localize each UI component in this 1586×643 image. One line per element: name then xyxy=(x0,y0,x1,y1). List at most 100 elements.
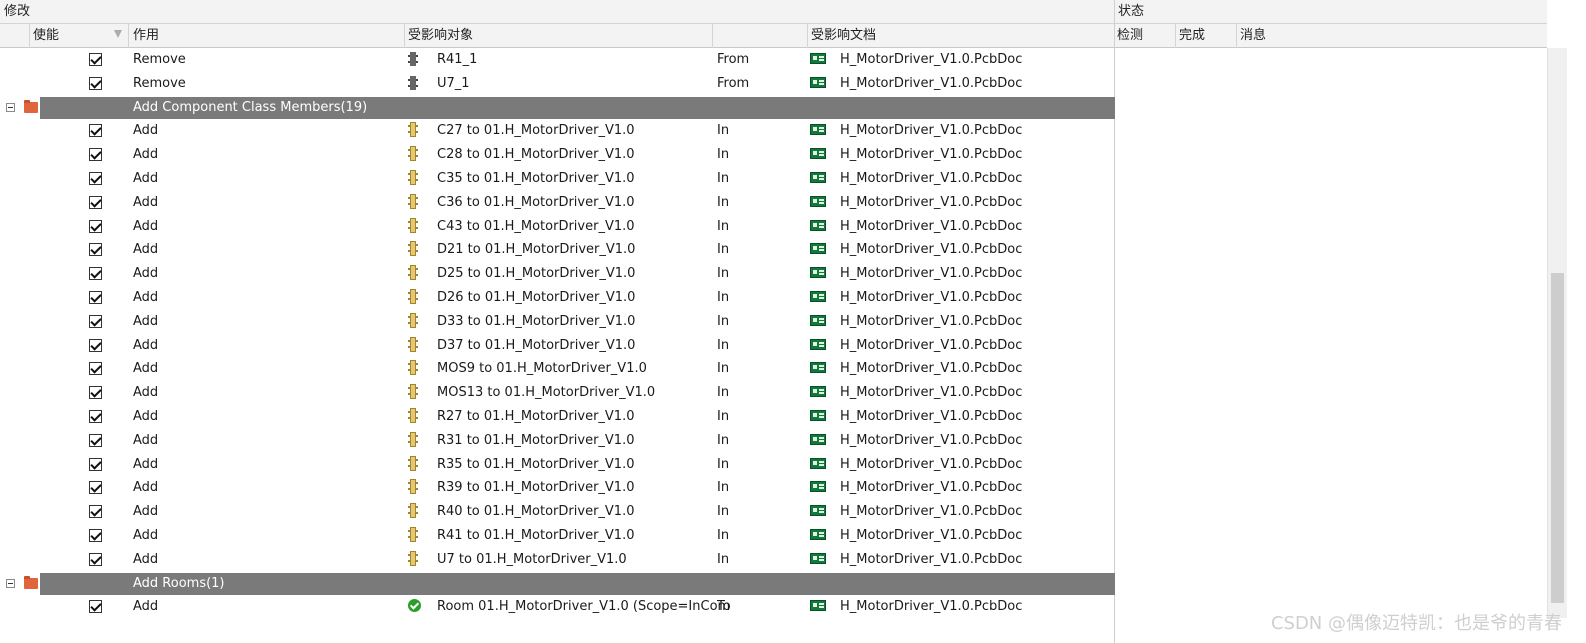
enable-checkbox[interactable] xyxy=(89,410,102,423)
table-row[interactable]: Add D25 to 01.H_MotorDriver_V1.0 In H_Motor… xyxy=(0,262,1115,286)
column-divider[interactable] xyxy=(712,24,713,48)
enable-checkbox[interactable] xyxy=(89,529,102,542)
enable-checkbox[interactable] xyxy=(89,481,102,495)
table-row[interactable]: Add R41 to 01.H_MotorDriver_V1.0 In H_Motor… xyxy=(0,524,1115,548)
enable-checkbox[interactable] xyxy=(89,433,102,447)
component-icon xyxy=(408,193,418,209)
enable-checkbox[interactable] xyxy=(89,314,102,328)
table-row[interactable]: Add C36 to 01.H_MotorDriver_V1.0 In H_Motor… xyxy=(0,191,1115,215)
enable-checkbox[interactable] xyxy=(89,338,102,352)
enable-checkbox[interactable] xyxy=(89,552,102,566)
column-divider[interactable] xyxy=(1175,24,1176,48)
table-row[interactable]: Add MOS13 to 01.H_MotorDriver_V1.0 In H_Mot… xyxy=(0,381,1115,405)
group-row[interactable]: Add Component Class Members(19) xyxy=(0,96,1115,120)
enable-checkbox[interactable] xyxy=(89,457,102,471)
affected-document-cell: H_MotorDriver_V1.0.PcbDoc xyxy=(840,171,1023,186)
enable-checkbox[interactable] xyxy=(89,291,102,304)
table-row[interactable]: Add U7 to 01.H_MotorDriver_V1.0 In H_MotorD… xyxy=(0,548,1115,572)
component-icon xyxy=(408,312,418,328)
column-divider[interactable] xyxy=(807,24,808,48)
table-row[interactable]: Add D33 to 01.H_MotorDriver_V1.0 In H_Motor… xyxy=(0,310,1115,334)
action-cell: Add xyxy=(133,337,159,353)
affected-object-cell: MOS9 to 01.H_MotorDriver_V1.0 xyxy=(437,361,647,377)
enable-checkbox[interactable] xyxy=(89,148,102,162)
affected-object-cell: R41 to 01.H_MotorDriver_V1.0 xyxy=(437,528,635,543)
enable-checkbox[interactable] xyxy=(89,76,102,90)
folder-icon xyxy=(24,575,38,589)
table-row[interactable]: Add R31 to 01.H_MotorDriver_V1.0 In H_Motor… xyxy=(0,429,1115,453)
enable-checkbox[interactable] xyxy=(89,386,102,400)
vertical-scrollbar[interactable] xyxy=(1547,48,1567,618)
pcb-document-icon xyxy=(810,267,826,279)
table-row[interactable]: Add R40 to 01.H_MotorDriver_V1.0 In H_Motor… xyxy=(0,500,1115,524)
affected-object-cell: D25 to 01.H_MotorDriver_V1.0 xyxy=(437,266,636,282)
table-row[interactable]: Add MOS9 to 01.H_MotorDriver_V1.0 In H_Moto… xyxy=(0,357,1115,381)
direction-cell: In xyxy=(717,171,730,186)
col-header-affected-object[interactable]: 受影响对象 xyxy=(408,24,473,48)
enable-checkbox[interactable] xyxy=(89,124,102,138)
enable-checkbox[interactable] xyxy=(89,267,102,281)
direction-cell: In xyxy=(717,361,730,377)
table-row[interactable]: Add C43 to 01.H_MotorDriver_V1.0 In H_Motor… xyxy=(0,215,1115,239)
affected-document-cell: H_MotorDriver_V1.0.PcbDoc xyxy=(840,147,1023,163)
watermark: CSDN @偶像迈特凯：也是爷的青春 xyxy=(1270,613,1562,634)
direction-cell: In xyxy=(717,123,730,139)
table-row[interactable]: Add R35 to 01.H_MotorDriver_V1.0 In H_Motor… xyxy=(0,453,1115,477)
affected-object-cell: U7 to 01.H_MotorDriver_V1.0 xyxy=(437,551,627,567)
enable-checkbox[interactable] xyxy=(89,219,102,233)
enable-checkbox[interactable] xyxy=(89,243,102,257)
table-row[interactable]: Remove R41_1 From H_MotorDriver_V1.0.PcbDoc xyxy=(0,48,1115,72)
pcb-document-icon xyxy=(810,410,826,421)
action-cell: Add xyxy=(133,266,159,282)
table-row[interactable]: Add D21 to 01.H_MotorDriver_V1.0 In H_Motor… xyxy=(0,238,1115,262)
column-divider[interactable] xyxy=(128,24,129,48)
table-row[interactable]: Add C35 to 01.H_MotorDriver_V1.0 In H_Motor… xyxy=(0,167,1115,191)
enable-checkbox[interactable] xyxy=(89,362,102,376)
enable-checkbox[interactable] xyxy=(89,172,102,185)
direction-cell: In xyxy=(717,242,730,258)
col-header-check[interactable]: 检测 xyxy=(1117,24,1143,48)
chip-icon xyxy=(408,52,418,66)
col-header-action[interactable]: 作用 xyxy=(133,24,159,48)
col-header-done[interactable]: 完成 xyxy=(1179,24,1205,48)
col-header-enable[interactable]: 使能 xyxy=(33,24,59,48)
pcb-document-icon xyxy=(810,124,826,136)
scrollbar-thumb[interactable] xyxy=(1551,273,1564,603)
component-icon xyxy=(408,122,418,138)
enable-checkbox[interactable] xyxy=(89,600,102,614)
table-row[interactable]: Add C27 to 01.H_MotorDriver_V1.0 In H_Motor… xyxy=(0,119,1115,143)
collapse-toggle-icon[interactable] xyxy=(6,102,15,112)
group-row[interactable]: Add Rooms(1) xyxy=(0,572,1115,596)
component-icon xyxy=(408,336,418,352)
component-icon xyxy=(408,479,418,495)
affected-document-cell: H_MotorDriver_V1.0.PcbDoc xyxy=(840,551,1023,567)
affected-document-cell: H_MotorDriver_V1.0.PcbDoc xyxy=(840,123,1023,139)
column-divider[interactable] xyxy=(29,24,30,48)
affected-object-cell: R31 to 01.H_MotorDriver_V1.0 xyxy=(437,432,635,448)
enable-checkbox[interactable] xyxy=(89,505,102,519)
affected-document-cell: H_MotorDriver_V1.0.PcbDoc xyxy=(840,432,1023,448)
direction-cell: In xyxy=(717,290,730,305)
column-divider[interactable] xyxy=(404,24,405,48)
direction-cell: In xyxy=(717,528,730,543)
col-header-message[interactable]: 消息 xyxy=(1240,24,1266,48)
table-row[interactable]: Add Room 01.H_MotorDriver_V1.0 (Scope=InC… xyxy=(0,595,1115,619)
component-icon xyxy=(408,550,418,566)
table-row[interactable]: Add D26 to 01.H_MotorDriver_V1.0 In H_Motor… xyxy=(0,286,1115,310)
pcb-document-icon xyxy=(810,338,826,350)
pcb-document-icon xyxy=(810,243,826,255)
table-row[interactable]: Add C28 to 01.H_MotorDriver_V1.0 In H_Motor… xyxy=(0,143,1115,167)
table-row[interactable]: Add R27 to 01.H_MotorDriver_V1.0 In H_Motor… xyxy=(0,405,1115,429)
col-header-affected-document[interactable]: 受影响文档 xyxy=(811,24,876,48)
enable-checkbox[interactable] xyxy=(89,53,102,66)
enable-checkbox[interactable] xyxy=(89,195,102,209)
table-row[interactable]: Add R39 to 01.H_MotorDriver_V1.0 In H_Motor… xyxy=(0,476,1115,500)
collapse-toggle-icon[interactable] xyxy=(6,578,15,588)
pcb-document-icon xyxy=(810,529,826,540)
direction-cell: From xyxy=(717,52,750,67)
table-row[interactable]: Add D37 to 01.H_MotorDriver_V1.0 In H_Motor… xyxy=(0,334,1115,358)
column-divider[interactable] xyxy=(1236,24,1237,48)
table-row[interactable]: Remove U7_1 From H_MotorDriver_V1.0.PcbDoc xyxy=(0,72,1115,96)
filter-icon[interactable] xyxy=(114,30,122,38)
affected-object-cell: D33 to 01.H_MotorDriver_V1.0 xyxy=(437,313,636,329)
